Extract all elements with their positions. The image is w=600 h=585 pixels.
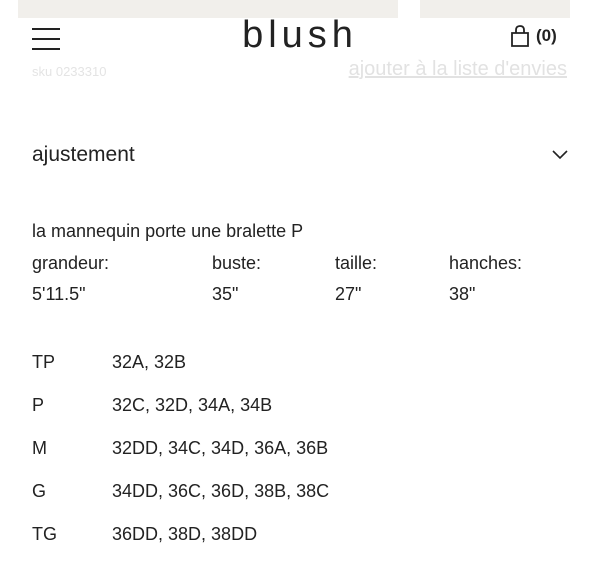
- cart-button[interactable]: (0): [510, 25, 557, 47]
- product-sku: sku 0233310: [32, 64, 107, 79]
- size-label: M: [32, 438, 47, 458]
- cart-count: (0): [536, 26, 557, 45]
- size-fits: 36DD, 38D, 38DD: [112, 524, 258, 544]
- measurement-label: hanches:: [449, 253, 523, 273]
- measurement-label: buste:: [212, 253, 262, 273]
- add-to-wishlist-link[interactable]: ajouter à la liste d'envies: [349, 58, 567, 81]
- measurement-label: taille:: [335, 253, 378, 273]
- size-row: TP 32A, 32B: [32, 352, 186, 373]
- size-row: TG 36DD, 38D, 38DD: [32, 524, 257, 545]
- fit-section-title: ajustement: [32, 143, 135, 166]
- chevron-down-icon: [552, 150, 568, 160]
- measurement-value: 38": [449, 284, 476, 304]
- size-fits: 32A, 32B: [112, 352, 187, 372]
- measurement-value: 5'11.5": [32, 284, 86, 304]
- size-fits: 32C, 32D, 34A, 34B: [112, 395, 273, 415]
- size-row: P 32C, 32D, 34A, 34B: [32, 395, 272, 416]
- size-row: M 32DD, 34C, 34D, 36A, 36B: [32, 438, 328, 459]
- measurement-label: grandeur:: [32, 253, 110, 273]
- size-fits: 34DD, 36C, 36D, 38B, 38C: [112, 481, 330, 501]
- size-label: G: [32, 481, 47, 501]
- shopping-bag-icon: [511, 25, 529, 47]
- size-fits: 32DD, 34C, 34D, 36A, 36B: [112, 438, 329, 458]
- size-label: P: [32, 395, 45, 415]
- fit-section-toggle[interactable]: ajustement: [32, 138, 568, 172]
- model-wearing-text: la mannequin porte une bralette P: [32, 221, 304, 241]
- size-label: TG: [32, 524, 57, 544]
- size-label: TP: [32, 352, 56, 372]
- measurement-value: 27": [335, 284, 362, 304]
- size-row: G 34DD, 36C, 36D, 38B, 38C: [32, 481, 329, 502]
- measurement-value: 35": [212, 284, 239, 304]
